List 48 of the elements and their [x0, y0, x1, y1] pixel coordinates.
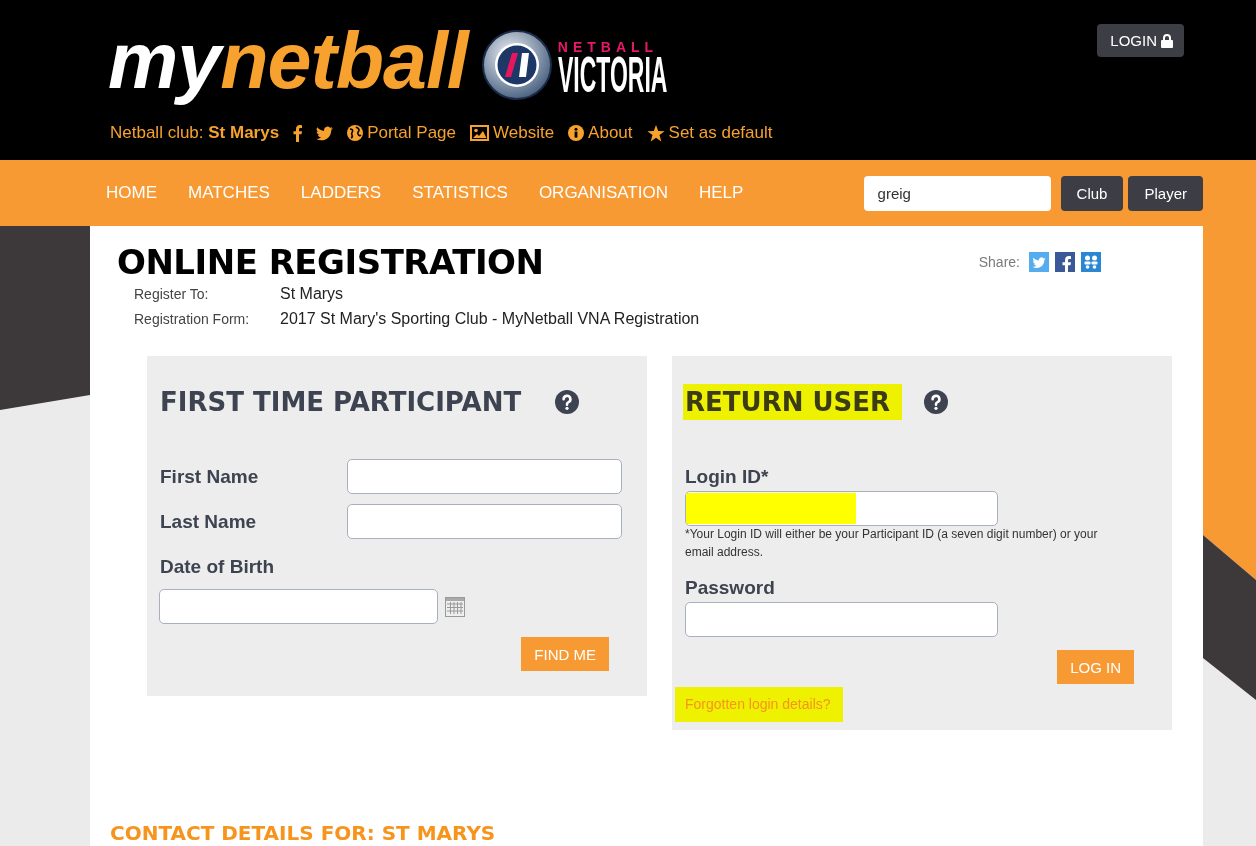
text-field[interactable] [347, 504, 622, 539]
login-button[interactable]: LOGIN [1097, 24, 1184, 57]
field-label: Login ID* [685, 466, 770, 488]
club-link[interactable]: Website [470, 123, 555, 143]
field-label: Password [685, 577, 776, 599]
star-icon [646, 124, 665, 142]
people-icon[interactable] [1081, 252, 1101, 272]
help-icon[interactable] [924, 390, 949, 414]
text-field[interactable] [685, 491, 998, 526]
text-field[interactable] [685, 602, 998, 637]
club-link[interactable]: Portal Page [347, 123, 456, 143]
emblem-icon [481, 30, 552, 100]
field-label: Last Name [160, 510, 258, 533]
info-icon [568, 125, 585, 141]
facebook-icon[interactable] [1055, 252, 1075, 272]
panel-heading: RETURN USER [683, 384, 903, 420]
lock-icon [1161, 33, 1173, 48]
section-heading: CONTACT DETAILS FOR: ST MARYS [110, 821, 497, 845]
detail-value: 2017 St Mary's Sporting Club - MyNetball VNA Registration [280, 309, 700, 328]
club-name: Netball club: St Marys [110, 123, 280, 143]
site-logo[interactable]: mynetball [106, 15, 478, 107]
field-label: First Name [160, 465, 260, 488]
detail-label: Register To: [134, 285, 210, 302]
detail-value: St Marys [280, 284, 344, 303]
field-label: Date of Birth [160, 556, 275, 578]
facebook-icon [293, 124, 303, 142]
club-link[interactable]: Set as default [646, 123, 773, 143]
text-field[interactable] [347, 459, 622, 494]
twitter-icon[interactable] [1029, 252, 1049, 272]
date-field[interactable] [159, 589, 438, 624]
help-icon[interactable] [555, 390, 580, 414]
club-link[interactable] [316, 125, 334, 141]
field-hint: *Your Login ID will either be your Participant ID (a seven digit number) or your email address. [685, 526, 1099, 561]
search-button[interactable]: Player [1128, 175, 1203, 211]
detail-label: Registration Form: [134, 310, 251, 327]
logo-wordmark: VICTORIA [557, 54, 668, 96]
search-field[interactable]: greig [863, 175, 1051, 211]
club-link[interactable]: About [568, 123, 633, 143]
club-link[interactable] [293, 124, 303, 142]
logo-caption: NETBALL [557, 40, 659, 54]
calendar-icon[interactable] [445, 596, 465, 617]
panel-heading: FIRST TIME PARTICIPANT [159, 386, 523, 419]
share-label: Share: [978, 254, 1020, 270]
globe-icon [347, 125, 364, 141]
page-title: ONLINE REGISTRATION [117, 242, 544, 282]
twitter-icon [316, 125, 334, 141]
search-button[interactable]: Club [1060, 175, 1124, 211]
picture-icon [470, 125, 489, 141]
